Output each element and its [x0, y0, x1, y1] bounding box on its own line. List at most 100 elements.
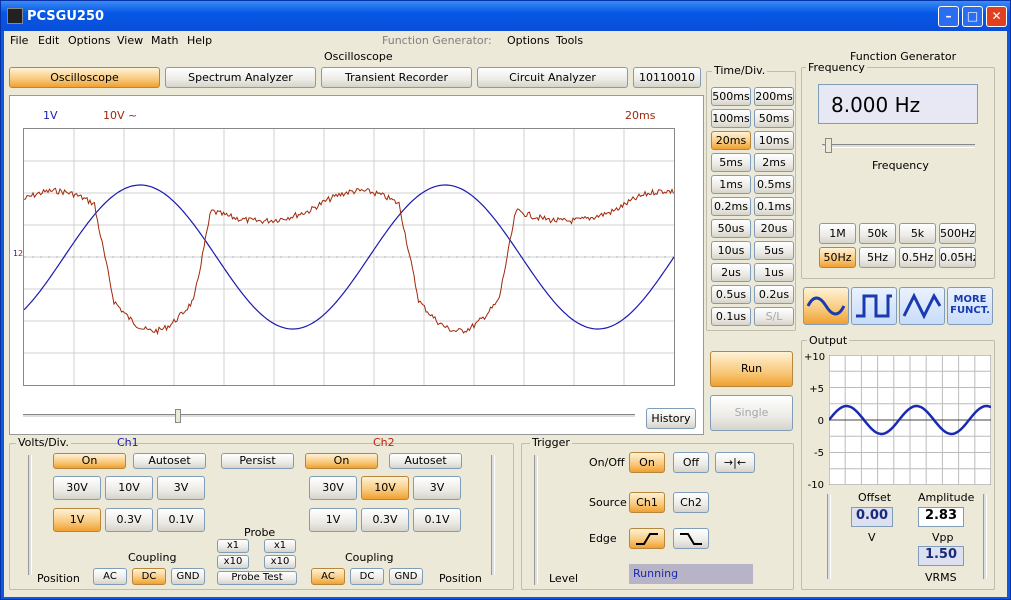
- offset-slider[interactable]: [827, 494, 831, 579]
- more-functions-button[interactable]: MORE FUNCT.: [947, 287, 993, 325]
- timediv-button-0.5ms[interactable]: 0.5ms: [754, 175, 794, 194]
- tab-spectrum-analyzer[interactable]: Spectrum Analyzer: [165, 67, 316, 88]
- frequency-slider-thumb[interactable]: [824, 138, 832, 153]
- ch1-autoset-button[interactable]: Autoset: [133, 453, 206, 469]
- timediv-button-S/L[interactable]: S/L: [754, 307, 794, 326]
- single-button[interactable]: Single: [710, 395, 793, 431]
- menu-options[interactable]: Options: [68, 34, 110, 47]
- fg-range-1M[interactable]: 1M: [819, 223, 856, 244]
- timediv-button-5ms[interactable]: 5ms: [711, 153, 751, 172]
- square-wave-icon[interactable]: [851, 287, 897, 325]
- timediv-button-100ms[interactable]: 100ms: [711, 109, 751, 128]
- ch1-probe-x10[interactable]: x10: [217, 555, 249, 569]
- timediv-button-0.5us[interactable]: 0.5us: [711, 285, 751, 304]
- timediv-button-0.1us[interactable]: 0.1us: [711, 307, 751, 326]
- timediv-button-50ms[interactable]: 50ms: [754, 109, 794, 128]
- sine-wave-icon[interactable]: [803, 287, 849, 325]
- close-icon[interactable]: ✕: [986, 6, 1007, 27]
- tab-circuit-analyzer[interactable]: Circuit Analyzer: [477, 67, 628, 88]
- fg-range-5k[interactable]: 5k: [899, 223, 936, 244]
- ch2-coupling-gnd[interactable]: GND: [389, 568, 423, 585]
- ch2-probe-x10[interactable]: x10: [264, 555, 296, 569]
- ch1-coupling-dc[interactable]: DC: [132, 568, 166, 585]
- fg-range-50k[interactable]: 50k: [859, 223, 896, 244]
- minimize-icon[interactable]: –: [938, 6, 959, 27]
- fg-range-5Hz[interactable]: 5Hz: [859, 247, 896, 268]
- ch1-volts-0.3V[interactable]: 0.3V: [105, 508, 153, 532]
- triangle-wave-icon[interactable]: [899, 287, 945, 325]
- bits-button[interactable]: 10110010: [633, 67, 701, 88]
- ch1-volts-0.1V[interactable]: 0.1V: [157, 508, 205, 532]
- timediv-button-2ms[interactable]: 2ms: [754, 153, 794, 172]
- trigger-source-ch2[interactable]: Ch2: [673, 492, 709, 513]
- menu-view[interactable]: View: [117, 34, 143, 47]
- persist-button[interactable]: Persist: [221, 453, 294, 469]
- ch1-on-button[interactable]: On: [53, 453, 126, 469]
- tab-oscilloscope[interactable]: Oscilloscope: [9, 67, 160, 88]
- ch2-volts-30V[interactable]: 30V: [309, 476, 357, 500]
- timediv-button-5us[interactable]: 5us: [754, 241, 794, 260]
- ch2-volts-1V[interactable]: 1V: [309, 508, 357, 532]
- ch1-volts-30V[interactable]: 30V: [53, 476, 101, 500]
- timediv-button-500ms[interactable]: 500ms: [711, 87, 751, 106]
- amplitude-slider[interactable]: [983, 494, 987, 579]
- ch2-volts-0.3V[interactable]: 0.3V: [361, 508, 409, 532]
- history-button[interactable]: History: [646, 408, 696, 429]
- menu-fg-options[interactable]: Options: [507, 34, 549, 47]
- timediv-button-10ms[interactable]: 10ms: [754, 131, 794, 150]
- trigger-source-ch1[interactable]: Ch1: [629, 492, 665, 513]
- fg-range-0.5Hz[interactable]: 0.5Hz: [899, 247, 936, 268]
- timediv-button-0.2ms[interactable]: 0.2ms: [711, 197, 751, 216]
- menu-math[interactable]: Math: [151, 34, 179, 47]
- timediv-button-0.1ms[interactable]: 0.1ms: [754, 197, 794, 216]
- timediv-button-0.2us[interactable]: 0.2us: [754, 285, 794, 304]
- timediv-button-1us[interactable]: 1us: [754, 263, 794, 282]
- ch2-volts-0.1V[interactable]: 0.1V: [413, 508, 461, 532]
- timediv-button-20ms[interactable]: 20ms: [711, 131, 751, 150]
- timediv-button-50us[interactable]: 50us: [711, 219, 751, 238]
- ch2-autoset-button[interactable]: Autoset: [389, 453, 462, 469]
- ch1-volts-10V[interactable]: 10V: [105, 476, 153, 500]
- tab-transient-recorder[interactable]: Transient Recorder: [321, 67, 472, 88]
- trigger-center-icon[interactable]: →|←: [715, 452, 755, 473]
- trigger-off-button[interactable]: Off: [673, 452, 709, 473]
- ch2-coupling-ac[interactable]: AC: [311, 568, 345, 585]
- ch2-coupling-dc[interactable]: DC: [350, 568, 384, 585]
- run-button[interactable]: Run: [710, 351, 793, 387]
- timediv-button-2us[interactable]: 2us: [711, 263, 751, 282]
- ch1-probe-x1[interactable]: x1: [217, 539, 249, 553]
- ch2-volts-10V[interactable]: 10V: [361, 476, 409, 500]
- trigger-on-button[interactable]: On: [629, 452, 665, 473]
- fg-range-0.05Hz[interactable]: 0.05Hz: [939, 247, 976, 268]
- ch2-on-button[interactable]: On: [305, 453, 378, 469]
- timediv-button-20us[interactable]: 20us: [754, 219, 794, 238]
- menu-file[interactable]: File: [10, 34, 28, 47]
- ch1-coupling-gnd[interactable]: GND: [171, 568, 205, 585]
- menu-edit[interactable]: Edit: [38, 34, 59, 47]
- fg-range-500Hz[interactable]: 500Hz: [939, 223, 976, 244]
- fg-range-50Hz[interactable]: 50Hz: [819, 247, 856, 268]
- maximize-icon[interactable]: □: [962, 6, 983, 27]
- scope-screen[interactable]: [23, 128, 675, 386]
- trigger-level-slider[interactable]: [534, 455, 538, 585]
- probe-test-button[interactable]: Probe Test: [217, 571, 297, 585]
- ch2-position-slider[interactable]: [491, 455, 495, 575]
- ch2-volts-3V[interactable]: 3V: [413, 476, 461, 500]
- ch2-probe-x1[interactable]: x1: [264, 539, 296, 553]
- amplitude-input[interactable]: 2.83: [918, 507, 964, 527]
- rising-edge-icon[interactable]: [629, 528, 665, 549]
- menu-help[interactable]: Help: [187, 34, 212, 47]
- menu-fg-tools[interactable]: Tools: [556, 34, 583, 47]
- ch1-volts-1V[interactable]: 1V: [53, 508, 101, 532]
- horizontal-position-slider[interactable]: [23, 414, 635, 418]
- offset-value[interactable]: 0.00: [851, 507, 893, 527]
- frequency-slider[interactable]: [822, 144, 975, 148]
- ch1-position-slider[interactable]: [28, 455, 32, 575]
- falling-edge-icon[interactable]: [673, 528, 709, 549]
- timediv-button-1ms[interactable]: 1ms: [711, 175, 751, 194]
- timediv-button-200ms[interactable]: 200ms: [754, 87, 794, 106]
- ch1-volts-3V[interactable]: 3V: [157, 476, 205, 500]
- timediv-button-10us[interactable]: 10us: [711, 241, 751, 260]
- ch1-coupling-ac[interactable]: AC: [93, 568, 127, 585]
- horizontal-position-thumb[interactable]: [175, 409, 181, 423]
